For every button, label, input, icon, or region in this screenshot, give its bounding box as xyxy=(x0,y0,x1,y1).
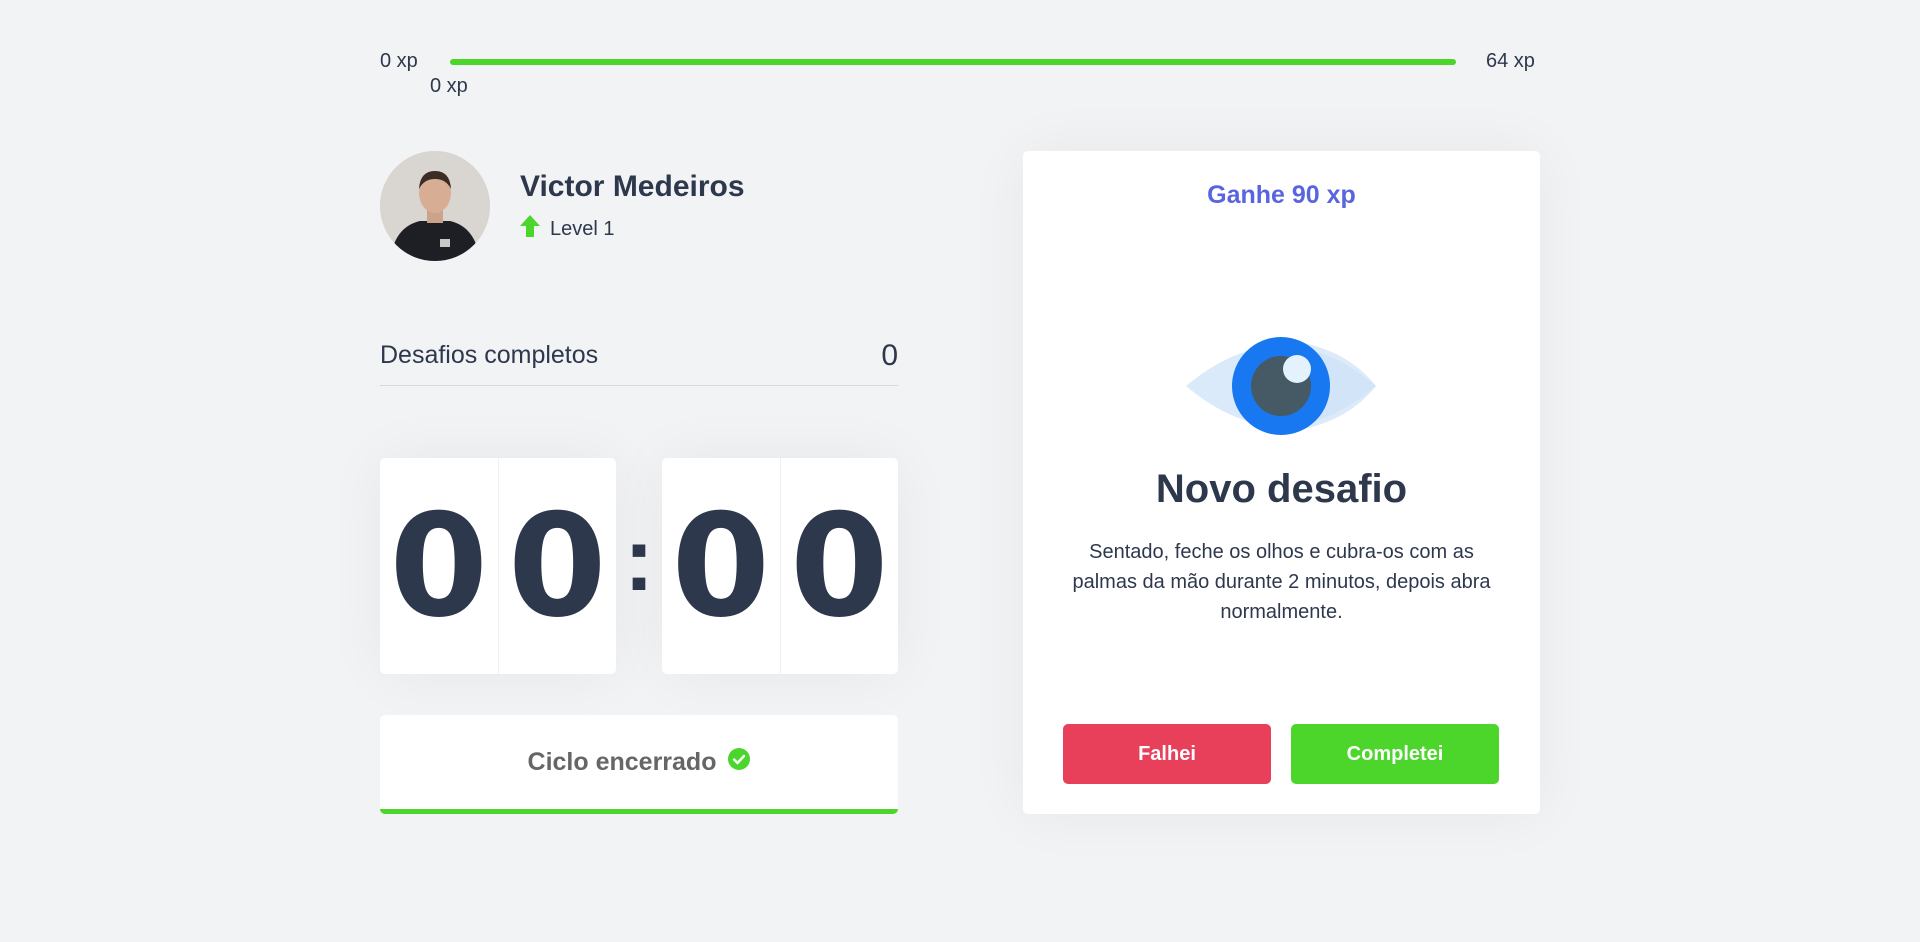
completed-button[interactable]: Completei xyxy=(1291,724,1499,784)
failed-button[interactable]: Falhei xyxy=(1063,724,1271,784)
minutes-digit-ones: 0 xyxy=(497,458,617,674)
eye-icon xyxy=(1184,336,1378,441)
level-label: Level 1 xyxy=(550,217,615,240)
completed-challenges-count: 0 xyxy=(881,338,898,372)
xp-max-label: 64 xp xyxy=(1486,50,1535,72)
seconds-digit-ones: 0 xyxy=(779,458,899,674)
level-up-arrow-icon xyxy=(520,215,540,243)
xp-progress-fill xyxy=(450,59,1456,65)
completed-challenges: Desafios completos 0 xyxy=(380,326,898,386)
countdown-seconds: 0 0 xyxy=(662,458,898,674)
countdown-separator: : xyxy=(624,509,654,610)
seconds-digit-tens: 0 xyxy=(671,483,771,649)
challenge-description: Sentado, feche os olhos e cubra-os com a… xyxy=(1072,541,1491,623)
avatar xyxy=(380,151,490,261)
challenge-card: Ganhe 90 xp Novo desafio Sentado, feche … xyxy=(1023,151,1540,814)
cycle-ended-label: Ciclo encerrado xyxy=(527,747,717,776)
xp-progress-bar xyxy=(450,59,1456,65)
cycle-ended-button[interactable]: Ciclo encerrado xyxy=(380,715,898,814)
user-name: Victor Medeiros xyxy=(520,170,745,203)
challenge-title: Novo desafio xyxy=(1155,467,1408,511)
countdown-minutes: 0 0 xyxy=(380,458,616,674)
user-level: Level 1 xyxy=(520,215,615,243)
xp-min-label: 0 xp xyxy=(380,50,418,72)
countdown: 0 0 : 0 0 xyxy=(380,458,898,674)
xp-current-label: 0 xp xyxy=(430,75,468,97)
challenge-reward: Ganhe 90 xp xyxy=(1207,181,1356,209)
completed-challenges-label: Desafios completos xyxy=(380,341,599,369)
minutes-digit-tens: 0 xyxy=(389,483,489,649)
check-circle-icon xyxy=(728,747,751,777)
